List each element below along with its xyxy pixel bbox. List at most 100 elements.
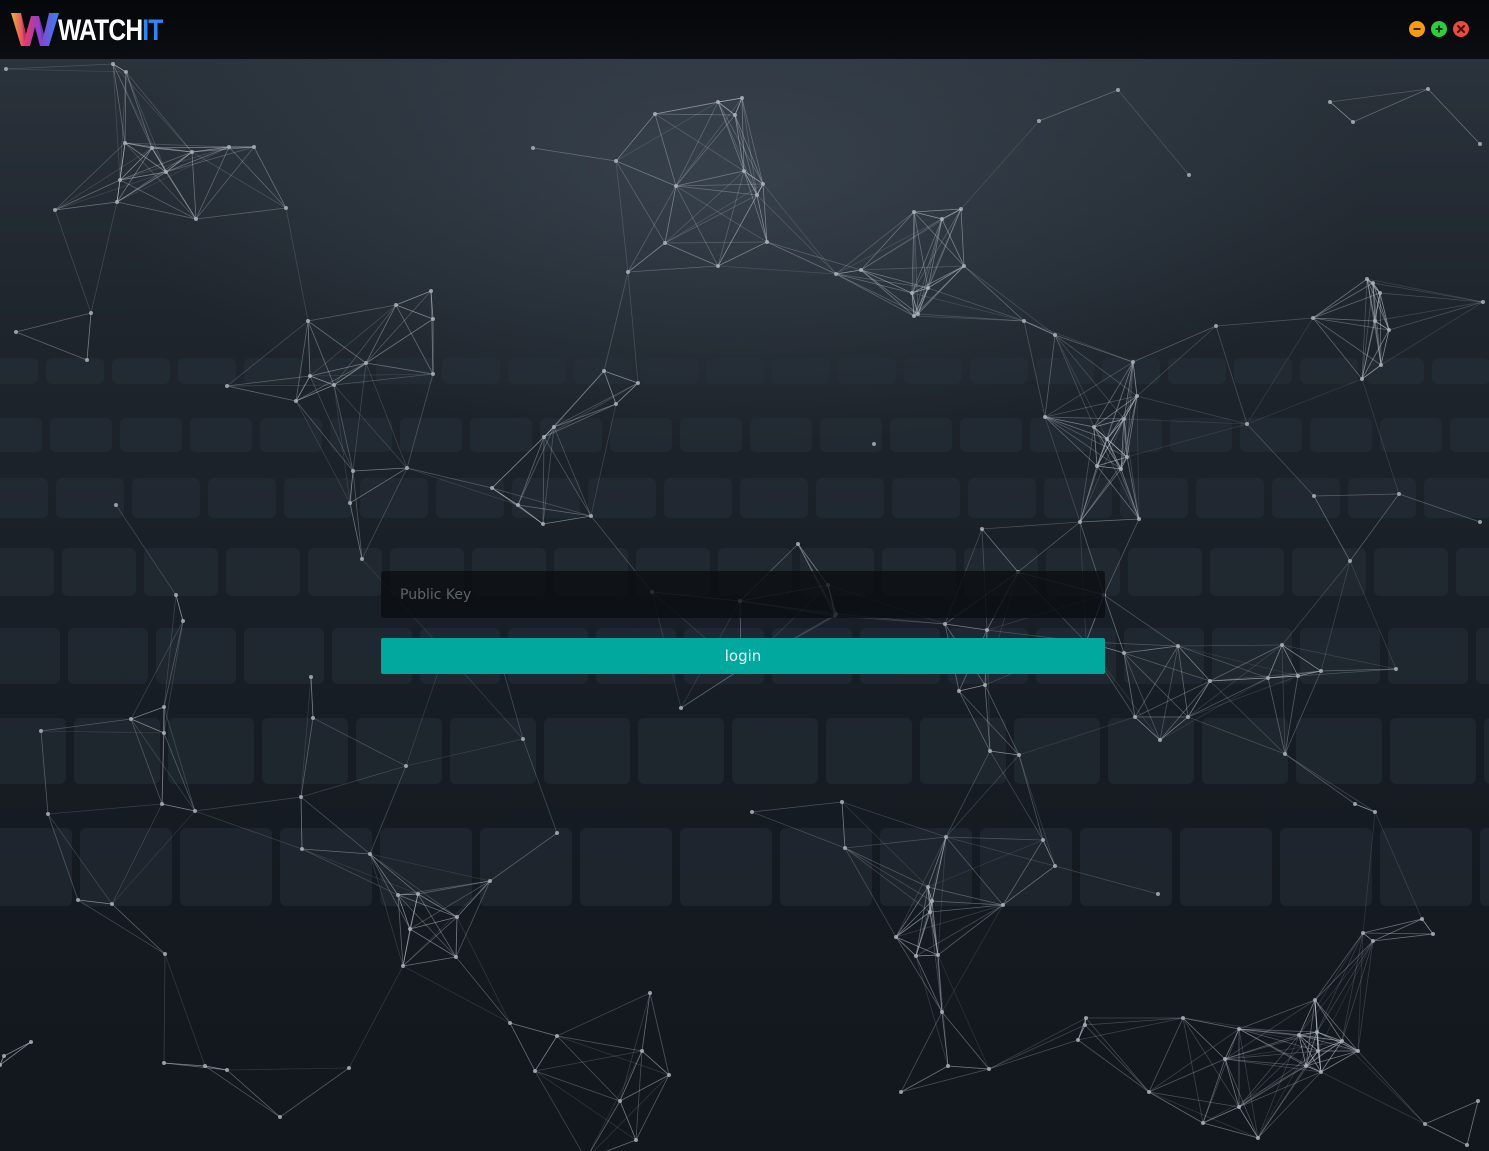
login-button[interactable]: login [381, 638, 1105, 674]
seat-shape [480, 828, 572, 906]
seat-shape [280, 828, 372, 906]
seat-shape [588, 478, 656, 518]
seat-shape [1348, 478, 1416, 518]
seat-shape [1044, 478, 1112, 518]
seat-shape [1484, 718, 1489, 784]
seat-shape [1210, 548, 1284, 596]
logo-w-icon [11, 13, 59, 46]
seat-shape [968, 478, 1036, 518]
seat-shape [376, 358, 434, 384]
close-icon [1457, 25, 1465, 33]
seat-shape [970, 358, 1028, 384]
seat-shape [640, 358, 698, 384]
logo-wordmark: WATCHIT [58, 14, 163, 48]
seat-shape [680, 828, 772, 906]
seat-shape [0, 828, 72, 906]
seat-shape [820, 418, 882, 452]
watchit-logo: WATCHIT [10, 8, 185, 48]
seat-shape [450, 718, 536, 784]
seat-shape [1300, 628, 1380, 684]
minimize-button[interactable] [1409, 21, 1425, 37]
seat-shape [360, 478, 428, 518]
seat-shape [1168, 358, 1226, 384]
seat-shape [0, 548, 54, 596]
login-form: login [381, 571, 1105, 674]
seat-shape [920, 718, 1006, 784]
seat-shape [62, 548, 136, 596]
seat-shape [330, 418, 392, 452]
seat-shape [436, 478, 504, 518]
maximize-button[interactable] [1431, 21, 1447, 37]
seat-shape [1280, 828, 1372, 906]
seat-shape [178, 358, 236, 384]
seat-shape [50, 418, 112, 452]
seat-shape [960, 418, 1022, 452]
seat-shape [1390, 718, 1476, 784]
seat-shape [1366, 358, 1424, 384]
seat-shape [0, 718, 66, 784]
seat-shape [0, 418, 42, 452]
seat-shape [740, 478, 808, 518]
seat-shape [74, 718, 160, 784]
seat-shape [1202, 718, 1288, 784]
seat-shape [244, 358, 302, 384]
seat-shape [226, 548, 300, 596]
seat-shape [260, 418, 322, 452]
seat-shape [208, 478, 276, 518]
seat-shape [1120, 478, 1188, 518]
seat-shape [680, 418, 742, 452]
seat-shape [1170, 418, 1232, 452]
title-bar[interactable]: WATCHIT [0, 0, 1489, 59]
seat-shape [1272, 478, 1340, 518]
seat-shape [1124, 628, 1204, 684]
seat-shape [508, 358, 566, 384]
seat-shape [1480, 828, 1489, 906]
seat-shape [1300, 358, 1358, 384]
seat-shape [442, 358, 500, 384]
seat-shape [308, 548, 382, 596]
seat-shape [706, 358, 764, 384]
seat-shape [56, 478, 124, 518]
seat-shape [144, 548, 218, 596]
public-key-input[interactable] [381, 571, 1105, 618]
minimize-icon [1413, 28, 1421, 30]
seat-shape [772, 358, 830, 384]
seat-shape [132, 478, 200, 518]
seat-shape [0, 358, 38, 384]
seat-shape [284, 478, 352, 518]
plus-icon [1435, 25, 1443, 33]
seat-shape [580, 828, 672, 906]
seat-shape [880, 828, 972, 906]
app-window: WATCHIT login [0, 0, 1489, 1151]
seat-shape [1014, 718, 1100, 784]
seat-shape [1180, 828, 1272, 906]
seat-shape [112, 358, 170, 384]
seat-shape [1108, 718, 1194, 784]
seat-shape [1036, 358, 1094, 384]
seat-shape [1080, 828, 1172, 906]
close-button[interactable] [1453, 21, 1469, 37]
seat-shape [356, 718, 442, 784]
seat-shape [1240, 418, 1302, 452]
seat-shape [732, 718, 818, 784]
seat-shape [1476, 628, 1489, 684]
seat-shape [1292, 548, 1366, 596]
logo-text-it: IT [142, 14, 163, 47]
seat-shape [816, 478, 884, 518]
seat-shape [0, 628, 60, 684]
seat-shape [1450, 418, 1489, 452]
seat-shape [890, 418, 952, 452]
seat-shape [892, 478, 960, 518]
logo-text-watch: WATCH [58, 14, 143, 47]
seat-shape [168, 718, 254, 784]
seat-shape [838, 358, 896, 384]
seat-shape [80, 828, 172, 906]
seat-shape [46, 358, 104, 384]
seat-shape [980, 828, 1072, 906]
seat-shape [780, 828, 872, 906]
seat-shape [512, 478, 580, 518]
seat-shape [664, 478, 732, 518]
seat-shape [1432, 358, 1489, 384]
seat-shape [638, 718, 724, 784]
seat-shape [1100, 418, 1162, 452]
